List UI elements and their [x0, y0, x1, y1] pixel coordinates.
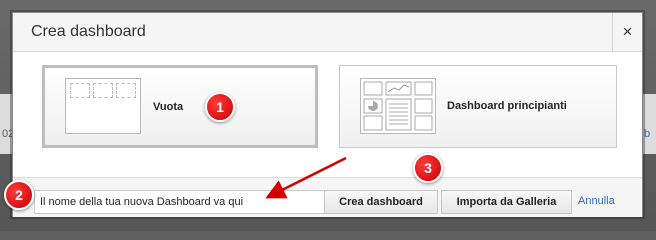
option-blank-label: Vuota — [153, 101, 184, 113]
cancel-link[interactable]: Annulla — [578, 195, 615, 207]
annotation-badge-3: 3 — [413, 153, 443, 183]
dialog-title: Crea dashboard — [31, 23, 146, 40]
create-dashboard-dialog: Crea dashboard × Vuota Dashboard princip… — [12, 12, 643, 217]
dialog-footer: Crea dashboard Importa da Galleria Annul… — [13, 177, 642, 217]
background-text-right: b — [644, 128, 651, 140]
blank-dashboard-icon — [65, 78, 141, 134]
dialog-titlebar: Crea dashboard × — [13, 13, 642, 52]
import-gallery-button[interactable]: Importa da Galleria — [441, 190, 572, 214]
close-icon: × — [622, 22, 633, 41]
create-dashboard-button[interactable]: Crea dashboard — [324, 190, 438, 214]
starter-dashboard-icon — [360, 78, 436, 134]
option-starter[interactable]: Dashboard principianti — [339, 65, 617, 148]
annotation-badge-2: 2 — [4, 180, 34, 210]
option-starter-label: Dashboard principianti — [447, 100, 567, 112]
dashboard-name-input[interactable] — [34, 190, 325, 214]
dialog-content: Vuota Dashboard principianti — [13, 52, 642, 177]
close-button[interactable]: × — [612, 13, 642, 51]
annotation-badge-1: 1 — [205, 92, 235, 122]
option-blank[interactable]: Vuota — [42, 65, 318, 148]
